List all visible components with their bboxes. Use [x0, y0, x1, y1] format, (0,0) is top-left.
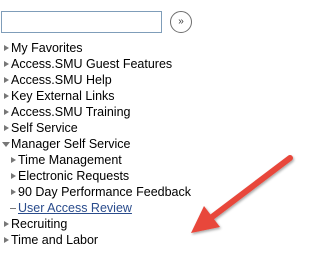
collapsed-triangle-icon — [2, 120, 10, 136]
double-chevron-right-icon: » — [178, 16, 183, 27]
collapsed-triangle-icon — [2, 216, 10, 232]
menu-item-label: Access.SMU Training — [11, 105, 131, 119]
submenu-item-time-management[interactable]: Time Management — [0, 152, 309, 168]
menu-item-label: 90 Day Performance Feedback — [18, 185, 192, 199]
menu-item-recruiting[interactable]: Recruiting — [0, 216, 309, 232]
collapsed-triangle-icon — [9, 168, 17, 184]
menu-item-label: My Favorites — [11, 41, 83, 55]
search-go-button[interactable]: » — [170, 11, 192, 33]
menu-item-time-and-labor[interactable]: Time and Labor — [0, 232, 309, 248]
menu-item-label: Access.SMU Help — [11, 73, 112, 87]
collapsed-triangle-icon — [9, 152, 17, 168]
menu-item-help[interactable]: Access.SMU Help — [0, 72, 309, 88]
menu-item-training[interactable]: Access.SMU Training — [0, 104, 309, 120]
collapsed-triangle-icon — [2, 56, 10, 72]
leaf-dash-icon — [9, 200, 17, 216]
menu-item-manager-self-service[interactable]: Manager Self Service — [0, 136, 309, 152]
submenu-item-performance-feedback[interactable]: 90 Day Performance Feedback — [0, 184, 309, 200]
collapsed-triangle-icon — [2, 40, 10, 56]
menu-item-label: Manager Self Service — [11, 137, 131, 151]
menu-search-bar: » — [0, 11, 309, 33]
menu-item-label: Access.SMU Guest Features — [11, 57, 173, 71]
menu-item-self-service[interactable]: Self Service — [0, 120, 309, 136]
menu-item-key-external-links[interactable]: Key External Links — [0, 88, 309, 104]
menu-item-guest-features[interactable]: Access.SMU Guest Features — [0, 56, 309, 72]
submenu-item-electronic-requests[interactable]: Electronic Requests — [0, 168, 309, 184]
menu-item-label: Electronic Requests — [18, 169, 130, 183]
expanded-triangle-icon — [2, 136, 10, 152]
collapsed-triangle-icon — [2, 72, 10, 88]
menu-item-label: Key External Links — [11, 89, 115, 103]
menu-item-label: Self Service — [11, 121, 78, 135]
menu-search-input[interactable] — [1, 11, 162, 33]
collapsed-triangle-icon — [2, 232, 10, 248]
submenu-link-user-access-review[interactable]: User Access Review — [0, 200, 309, 216]
menu-link-label[interactable]: User Access Review — [18, 200, 132, 216]
collapsed-triangle-icon — [2, 104, 10, 120]
menu-item-label: Time Management — [18, 153, 122, 167]
navigation-menu: My Favorites Access.SMU Guest Features A… — [0, 40, 309, 248]
menu-item-label: Time and Labor — [11, 233, 99, 247]
collapsed-triangle-icon — [9, 184, 17, 200]
menu-item-my-favorites[interactable]: My Favorites — [0, 40, 309, 56]
collapsed-triangle-icon — [2, 88, 10, 104]
menu-item-label: Recruiting — [11, 217, 68, 231]
